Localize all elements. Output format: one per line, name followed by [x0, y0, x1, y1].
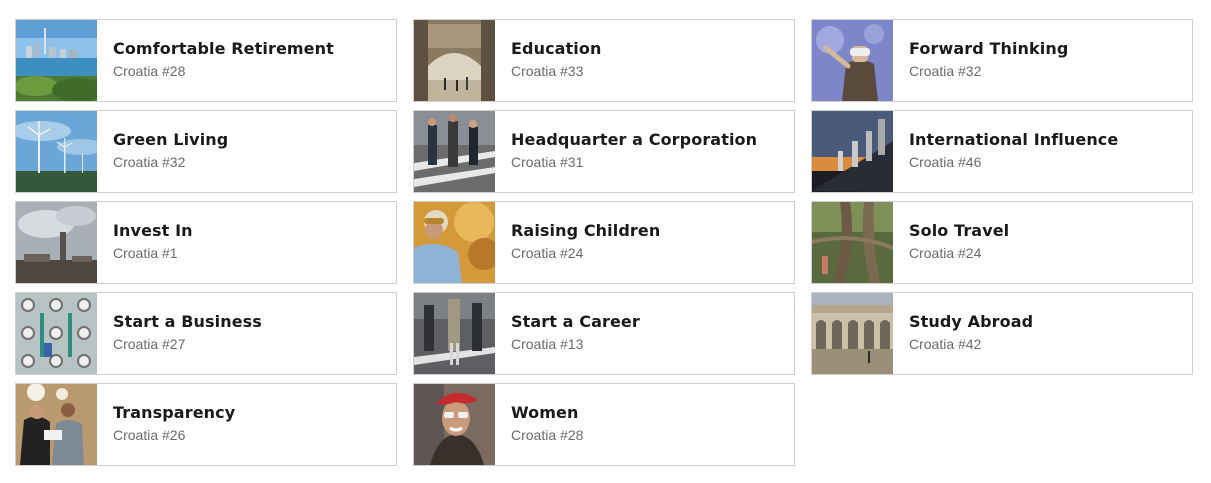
card-title[interactable]: Invest In	[113, 221, 193, 241]
card-title[interactable]: Transparency	[113, 403, 235, 423]
card-rank: Croatia #28	[113, 63, 186, 79]
card-solo-travel[interactable]: Solo Travel Croatia #24	[811, 201, 1193, 284]
card-rank: Croatia #24	[511, 245, 584, 261]
card-text: International Influence Croatia #46	[893, 111, 1118, 192]
woman-red-beret-image	[414, 384, 495, 465]
card-text: Start a Business Croatia #27	[97, 293, 262, 374]
card-title[interactable]: Education	[511, 39, 601, 59]
card-title[interactable]: Headquarter a Corporation	[511, 130, 757, 150]
card-rank: Croatia #27	[113, 336, 186, 352]
card-rank: Croatia #46	[909, 154, 982, 170]
industrial-smokestack-image	[16, 202, 97, 283]
card-text: Start a Career Croatia #13	[495, 293, 640, 374]
card-rank: Croatia #31	[511, 154, 584, 170]
card-text: Comfortable Retirement Croatia #28	[97, 20, 334, 101]
card-rank: Croatia #26	[113, 427, 186, 443]
card-title[interactable]: Comfortable Retirement	[113, 39, 334, 59]
card-rank: Croatia #1	[113, 245, 178, 261]
card-text: Invest In Croatia #1	[97, 202, 193, 283]
university-colonnade-image	[812, 293, 893, 374]
card-title[interactable]: Forward Thinking	[909, 39, 1068, 59]
card-rank: Croatia #32	[113, 154, 186, 170]
card-text: Study Abroad Croatia #42	[893, 293, 1033, 374]
child-autumn-leaves-image	[414, 202, 495, 283]
card-text: Women Croatia #28	[495, 384, 583, 465]
card-study-abroad[interactable]: Study Abroad Croatia #42	[811, 292, 1193, 375]
card-international-influence[interactable]: International Influence Croatia #46	[811, 110, 1193, 193]
stone-arch-bridge-image	[414, 20, 495, 101]
card-title[interactable]: Start a Career	[511, 312, 640, 332]
card-start-a-business[interactable]: Start a Business Croatia #27	[15, 292, 397, 375]
card-text: Education Croatia #33	[495, 20, 601, 101]
machinery-worker-image	[16, 293, 97, 374]
card-title[interactable]: Study Abroad	[909, 312, 1033, 332]
card-text: Transparency Croatia #26	[97, 384, 235, 465]
street-walkers-image	[414, 293, 495, 374]
card-rank: Croatia #28	[511, 427, 584, 443]
card-women[interactable]: Women Croatia #28	[413, 383, 795, 466]
two-people-reading-image	[16, 384, 97, 465]
card-transparency[interactable]: Transparency Croatia #26	[15, 383, 397, 466]
card-invest-in[interactable]: Invest In Croatia #1	[15, 201, 397, 284]
card-text: Raising Children Croatia #24	[495, 202, 660, 283]
crosswalk-commuters-image	[414, 111, 495, 192]
card-text: Green Living Croatia #32	[97, 111, 228, 192]
card-forward-thinking[interactable]: Forward Thinking Croatia #32	[811, 19, 1193, 102]
card-comfortable-retirement[interactable]: Comfortable Retirement Croatia #28	[15, 19, 397, 102]
card-headquarter-a-corporation[interactable]: Headquarter a Corporation Croatia #31	[413, 110, 795, 193]
card-title[interactable]: Women	[511, 403, 583, 423]
card-rank: Croatia #33	[511, 63, 584, 79]
card-rank: Croatia #24	[909, 245, 982, 261]
card-title[interactable]: Solo Travel	[909, 221, 1009, 241]
wind-turbines-image	[16, 111, 97, 192]
card-green-living[interactable]: Green Living Croatia #32	[15, 110, 397, 193]
vr-headset-person-image	[812, 20, 893, 101]
card-raising-children[interactable]: Raising Children Croatia #24	[413, 201, 795, 284]
card-title[interactable]: Green Living	[113, 130, 228, 150]
flags-on-building-image	[812, 111, 893, 192]
card-title[interactable]: Start a Business	[113, 312, 262, 332]
card-text: Forward Thinking Croatia #32	[893, 20, 1068, 101]
card-start-a-career[interactable]: Start a Career Croatia #13	[413, 292, 795, 375]
city-skyline-harbor-image	[16, 20, 97, 101]
card-education[interactable]: Education Croatia #33	[413, 19, 795, 102]
card-rank: Croatia #42	[909, 336, 982, 352]
card-text: Solo Travel Croatia #24	[893, 202, 1009, 283]
jungle-tree-roots-image	[812, 202, 893, 283]
card-title[interactable]: Raising Children	[511, 221, 660, 241]
card-rank: Croatia #13	[511, 336, 584, 352]
card-text: Headquarter a Corporation Croatia #31	[495, 111, 757, 192]
card-rank: Croatia #32	[909, 63, 982, 79]
ranking-card-grid: Comfortable Retirement Croatia #28 Educa…	[15, 19, 1193, 466]
card-title[interactable]: International Influence	[909, 130, 1118, 150]
